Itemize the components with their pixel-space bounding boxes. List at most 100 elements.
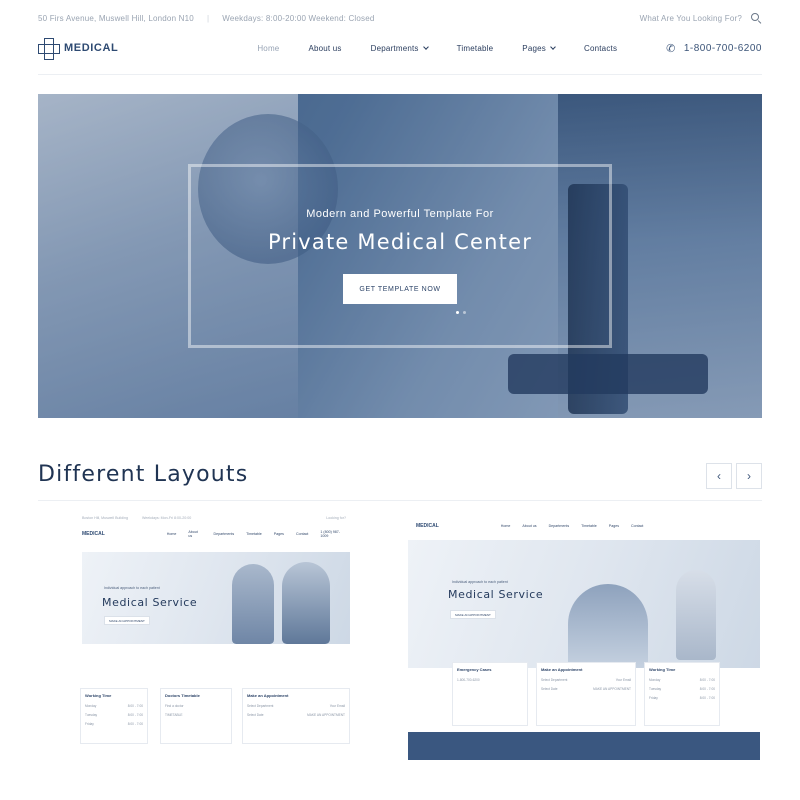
prev-button[interactable]: ‹ (706, 463, 732, 489)
slider-dot[interactable] (463, 311, 466, 314)
top-info-bar: 50 Firs Avenue, Muswell Hill, London N10… (38, 10, 762, 26)
get-template-button[interactable]: GET TEMPLATE NOW (343, 274, 457, 304)
preview-hero: Individual approach to each patient Medi… (82, 552, 350, 644)
preview-nav: MEDICAL Home About us Departments Timeta… (408, 520, 760, 532)
card-title: Working Time (649, 667, 676, 672)
preview-card-appointment: Make an Appointment Select Department You… (536, 662, 636, 726)
preview-topbar: Boston Hill, Muswell Building Weekdays: … (74, 512, 354, 524)
card-row: Monday 8:00 - 7:00 (649, 678, 715, 682)
doctor-figure (232, 564, 274, 644)
card-row: 1-800-700-6200 (457, 678, 523, 682)
row-label: 1-800-700-6200 (457, 678, 480, 682)
nav-item-about-us[interactable]: About us (308, 44, 341, 53)
chevron-down-icon (422, 43, 429, 50)
card-title: Emergency Cases (457, 667, 492, 672)
nav-label: Home (257, 43, 280, 53)
preview-hours: Weekdays: Mon-Fri 8:00-20:00 (141, 516, 192, 520)
card-row: Tuesday 8:00 - 7:00 (649, 687, 715, 691)
slider-dots (456, 311, 466, 314)
preview-menu-item: About us (522, 524, 537, 528)
row-label: Tuesday (649, 687, 662, 691)
phone-link[interactable]: ✆ 1-800-700-6200 (666, 42, 762, 55)
card-row: Friday 8:00 - 7:00 (649, 696, 715, 700)
card-row: TIMETABLE (165, 713, 227, 717)
preview-card-doctors-timetable: Doctors Timetable Find a doctor TIMETABL… (160, 688, 232, 744)
card-title: Doctors Timetable (165, 693, 200, 698)
nav-item-pages[interactable]: Pages (522, 43, 556, 53)
preview-hero-button: MAKE AN APPOINTMENT (450, 610, 496, 619)
logo[interactable]: MEDICAL (38, 38, 118, 60)
preview-menu-item: Contact (631, 524, 644, 528)
chevron-left-icon: ‹ (717, 469, 721, 483)
hero-slider: Modern and Powerful Template For Private… (38, 94, 762, 418)
nav-label: About us (308, 43, 342, 53)
nav-label: Timetable (456, 43, 494, 53)
divider: | (206, 13, 210, 23)
preview-hero-sub: Individual approach to each patient (452, 580, 508, 584)
preview-menu-item: About us (188, 530, 198, 538)
row-label: Select Date (541, 687, 558, 691)
preview-menu-item: Timetable (246, 532, 262, 536)
card-row: Select Department Your Email (541, 678, 631, 682)
preview-hero-button: MAKE AN APPOINTMENT (104, 616, 150, 625)
row-value: 8:00 - 7:00 (699, 687, 715, 691)
preview-hero-title: Medical Service (448, 588, 544, 601)
preview-phone: 1 (800) 987-1009 (320, 530, 340, 538)
address-text: 50 Firs Avenue, Muswell Hill, London N10 (38, 13, 194, 23)
row-label: Select Department (247, 704, 274, 708)
card-title: Working Time (85, 693, 112, 698)
card-row: Friday 8:00 - 7:00 (85, 722, 143, 726)
preview-menu-item: Home (166, 532, 177, 536)
preview-hero-title: Medical Service (102, 596, 198, 609)
preview-nav: MEDICAL Home About us Departments Timeta… (74, 528, 354, 540)
layout-preview-2[interactable]: MEDICAL Home About us Departments Timeta… (408, 512, 760, 760)
preview-address: Boston Hill, Muswell Building (82, 516, 128, 520)
layout-preview-1[interactable]: Boston Hill, Muswell Building Weekdays: … (38, 512, 390, 760)
nav-item-timetable[interactable]: Timetable (457, 44, 494, 53)
card-row: Tuesday 8:00 - 7:00 (85, 713, 143, 717)
nav-label: Pages (522, 43, 546, 53)
preview-logo: MEDICAL (416, 523, 439, 529)
row-value: MAKE AN APPOINTMENT (593, 687, 631, 691)
preview-menu-item: Contact (295, 532, 309, 536)
doctor-figure (676, 570, 716, 660)
preview-search: Looking for? (326, 516, 346, 520)
row-label: TIMETABLE (165, 713, 183, 717)
preview-card-working-time: Working Time Monday 8:00 - 7:00 Tuesday 8:… (80, 688, 148, 744)
card-title: Make an Appointment (247, 693, 289, 698)
row-value: Your Email (615, 678, 631, 682)
patient-figure (568, 584, 648, 668)
nav-item-contacts[interactable]: Contacts (584, 44, 617, 53)
doctor-figure (282, 562, 330, 644)
row-label: Find a doctor (165, 704, 184, 708)
search-icon[interactable] (750, 12, 762, 24)
header-divider (38, 74, 762, 75)
preview-menu-item: Timetable (581, 524, 597, 528)
row-value: 8:00 - 7:00 (699, 696, 715, 700)
section-title: Different Layouts (38, 462, 249, 487)
search-prompt[interactable]: What Are You Looking For? (640, 14, 742, 23)
row-label: Monday (85, 704, 97, 708)
preview-hero: Individual approach to each patient Medi… (408, 540, 760, 668)
preview-footer-strip (408, 732, 760, 760)
row-label: Select Date (247, 713, 264, 717)
next-button[interactable]: › (736, 463, 762, 489)
card-row: Find a doctor (165, 704, 227, 708)
row-label: Tuesday (85, 713, 98, 717)
phone-number: 1-800-700-6200 (683, 42, 762, 54)
nav-item-home[interactable]: Home (257, 44, 279, 53)
hero-title: Private Medical Center (267, 230, 533, 254)
row-value: Your Email (329, 704, 345, 708)
chevron-right-icon: › (747, 469, 751, 483)
row-value: 8:00 - 7:00 (127, 713, 143, 717)
card-row: Select Department Your Email (247, 704, 345, 708)
preview-menu-item: Departments (213, 532, 235, 536)
main-navigation: MEDICAL Home About us Departments Timeta… (38, 34, 762, 62)
topbar-search[interactable]: What Are You Looking For? (640, 12, 762, 24)
nav-label: Contacts (583, 43, 618, 53)
preview-menu-item: Home (500, 524, 511, 528)
row-label: Monday (649, 678, 661, 682)
slider-dot[interactable] (456, 311, 459, 314)
nav-item-departments[interactable]: Departments (371, 43, 429, 53)
row-value: 8:00 - 7:00 (699, 678, 715, 682)
